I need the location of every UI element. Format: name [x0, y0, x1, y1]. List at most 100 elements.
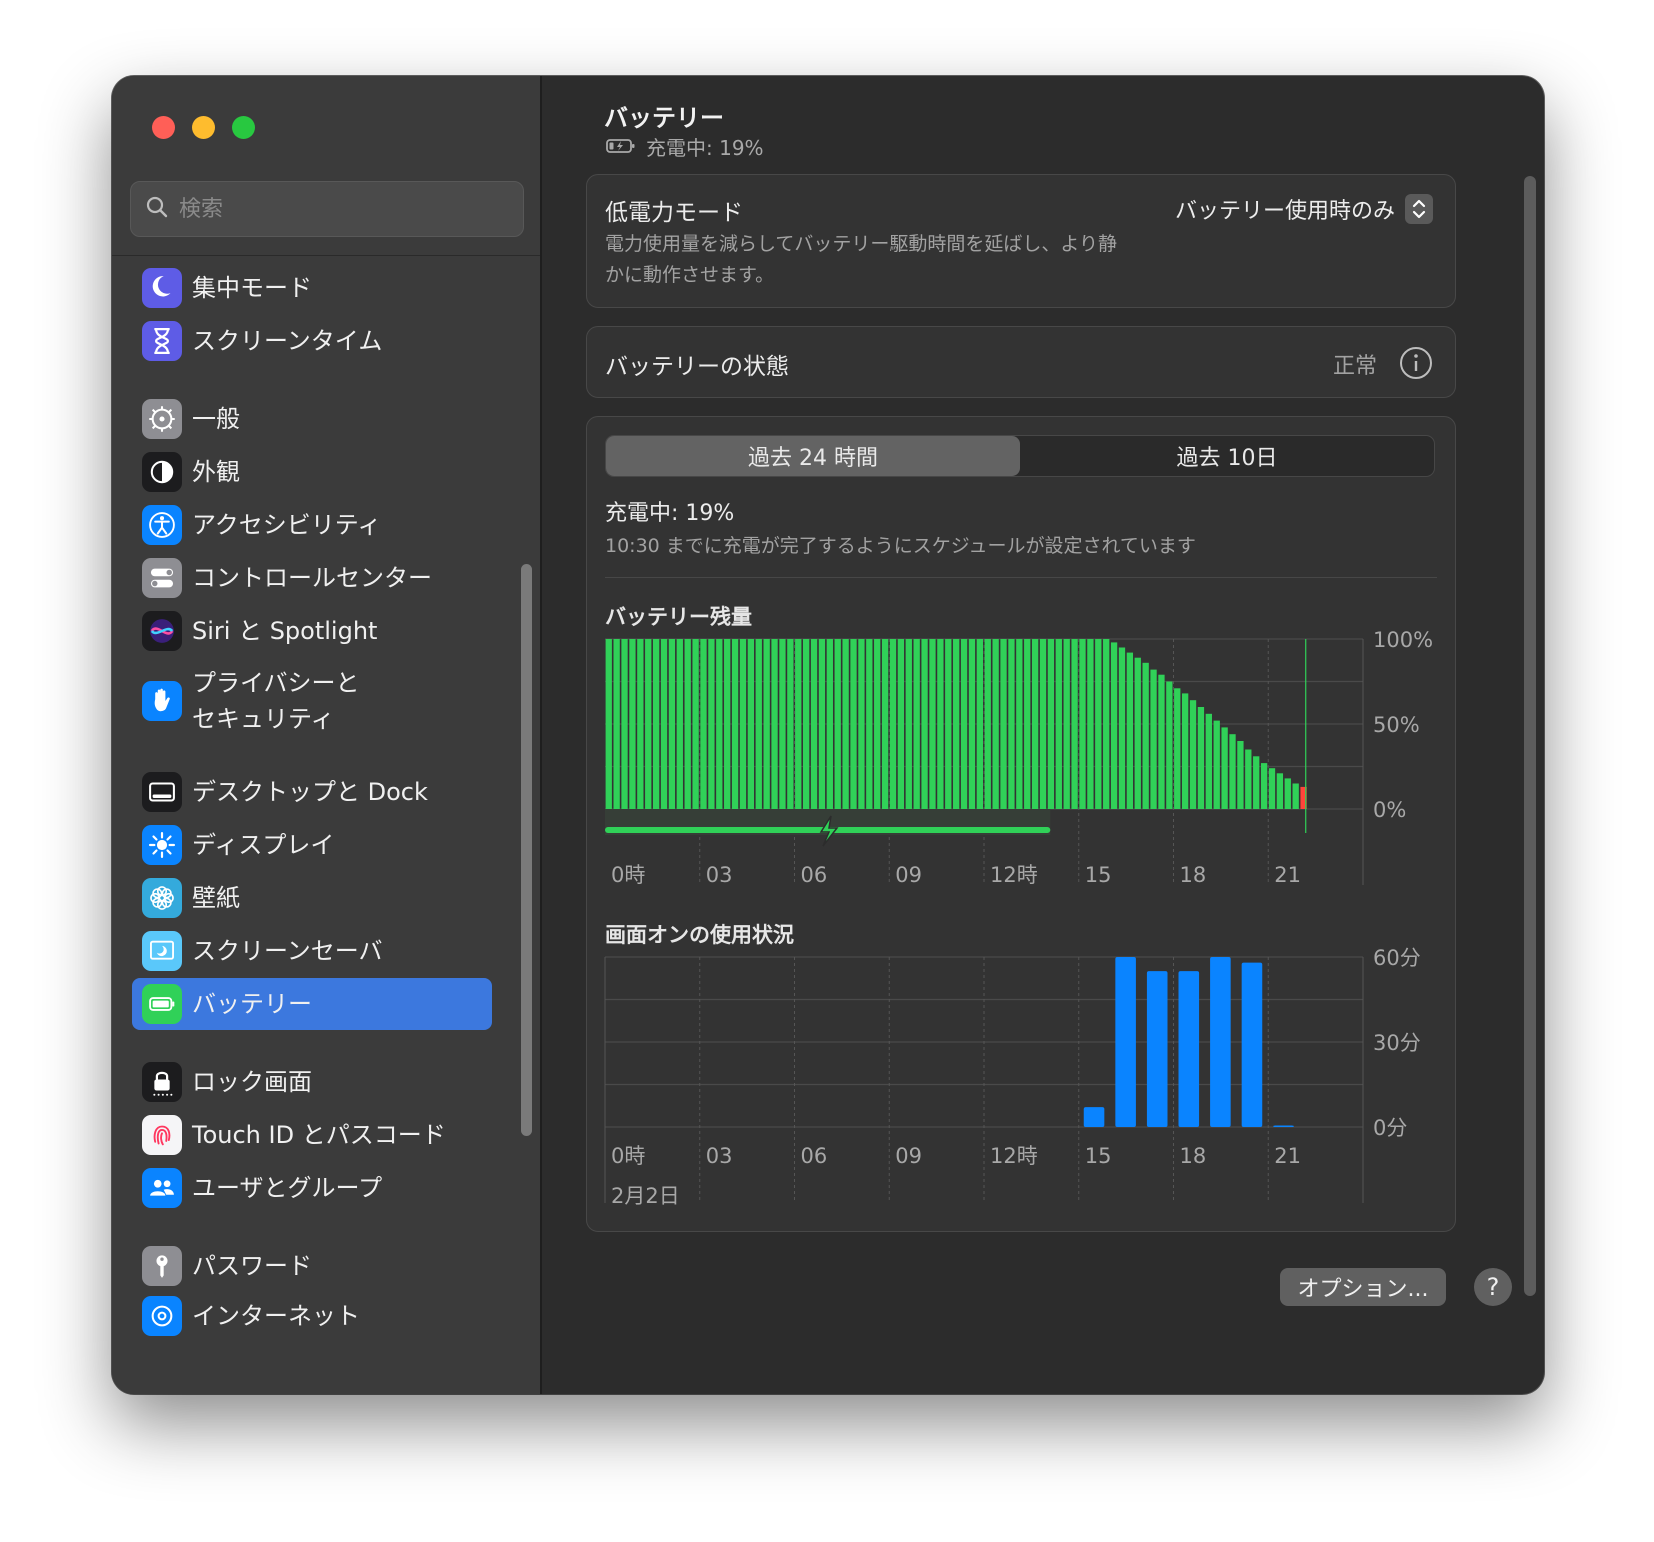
sidebar-item-lock-screen[interactable]: ロック画面: [132, 1056, 492, 1108]
battery-level-bar: [897, 639, 905, 809]
battery-level-bar: [1284, 778, 1291, 809]
y-tick-label: 50%: [1373, 713, 1420, 737]
main-scrollbar[interactable]: [1524, 176, 1536, 1296]
moon-icon: [142, 268, 182, 308]
sidebar-item-label: バッテリー: [192, 990, 312, 1018]
sidebar-item-focus[interactable]: 集中モード: [132, 262, 492, 314]
low-power-popup[interactable]: バッテリー使用時のみ: [1175, 193, 1433, 225]
battery-level-bar: [976, 639, 983, 809]
sidebar-item-label: パスワード: [192, 1252, 312, 1280]
sidebar-item-label: スクリーンタイム: [192, 327, 383, 355]
window-controls: [152, 116, 255, 139]
sidebar-item-battery[interactable]: バッテリー: [132, 978, 492, 1030]
x-tick-label: 09: [895, 863, 922, 887]
battery-level-bar: [1260, 763, 1268, 809]
sidebar-item-label: ディスプレイ: [192, 831, 335, 859]
screen-on-bar: [1146, 971, 1168, 1127]
battery-level-bar: [1205, 713, 1212, 809]
battery-level-bar: [1245, 749, 1252, 809]
sidebar-item-touch-id-passcode[interactable]: Touch ID とパスコード: [132, 1109, 492, 1161]
battery-level-bar: [874, 639, 881, 809]
toggles-icon: [142, 558, 182, 598]
battery-level-bar: [1000, 639, 1007, 809]
sidebar-item-users-groups[interactable]: ユーザとグループ: [132, 1162, 492, 1214]
sidebar-item-wallpaper[interactable]: 壁紙: [132, 872, 492, 924]
sidebar-item-internet-accounts[interactable]: インターネット: [132, 1290, 492, 1342]
battery-level-bar: [629, 639, 636, 809]
search-icon: [145, 195, 169, 223]
info-icon[interactable]: [1399, 346, 1433, 384]
tab-last-24-hours[interactable]: 過去 24 時間: [606, 436, 1020, 476]
battery-level-bar: [645, 639, 652, 809]
battery-level-bar: [1276, 773, 1284, 809]
sidebar-item-displays[interactable]: ディスプレイ: [132, 819, 492, 871]
x-tick-label: 21: [1274, 1144, 1301, 1168]
sidebar-item-label: コントロールセンター: [192, 564, 432, 592]
key-icon: [142, 1246, 182, 1286]
sidebar-item-siri-spotlight[interactable]: Siri と Spotlight: [132, 605, 492, 657]
battery-level-bar: [1134, 657, 1141, 809]
battery-level-bar: [826, 639, 833, 809]
sidebar-item-label: 外観: [192, 458, 240, 486]
help-button[interactable]: ?: [1474, 1268, 1512, 1306]
tab-last-10-days[interactable]: 過去 10日: [1020, 436, 1434, 476]
x-tick-label: 21: [1274, 863, 1301, 887]
sidebar-item-privacy-security[interactable]: プライバシーと セキュリティ: [132, 658, 492, 744]
battery-level-bar: [1166, 681, 1173, 809]
x-tick-label: 06: [801, 863, 828, 887]
main-pane: バッテリー 充電中: 19% 低電力モード 電力使用量を減らしてバッテリー駆動時…: [544, 76, 1544, 1394]
sidebar-item-label: ユーザとグループ: [192, 1174, 383, 1202]
battery-level-bar: [1055, 639, 1062, 809]
sidebar-item-screen-saver[interactable]: スクリーンセーバ: [132, 925, 492, 977]
sidebar-item-accessibility[interactable]: アクセシビリティ: [132, 499, 492, 551]
sidebar-item-control-center[interactable]: コントロールセンター: [132, 552, 492, 604]
gear-icon: [142, 399, 182, 439]
battery-level-bar: [1031, 639, 1039, 809]
battery-level-bar: [953, 639, 960, 809]
battery-level-bar: [716, 639, 723, 809]
close-button[interactable]: [152, 116, 175, 139]
date-label: 2月2日: [611, 1184, 680, 1208]
battery-level-bar: [921, 639, 928, 809]
battery-health-value: 正常: [1332, 354, 1377, 379]
battery-level-bar: [1047, 639, 1055, 809]
sun-icon: [142, 825, 182, 865]
battery-level-bar: [724, 639, 731, 809]
battery-level-bar: [810, 639, 818, 809]
battery-level-bar: [660, 639, 668, 809]
battery-level-bar: [1268, 768, 1276, 809]
battery-level-bar: [1181, 693, 1189, 809]
sidebar-scrollbar[interactable]: [521, 564, 532, 1136]
options-button[interactable]: オプション...: [1280, 1268, 1446, 1306]
x-tick-label: 0時: [611, 1144, 645, 1168]
chevron-updown-icon: [1405, 194, 1433, 224]
at-icon: [142, 1296, 182, 1336]
sidebar-item-screen-time[interactable]: スクリーンタイム: [132, 315, 492, 367]
battery-level-bar: [795, 639, 802, 809]
search-field[interactable]: [130, 181, 524, 237]
battery-icon: [142, 984, 182, 1024]
flower-icon: [142, 878, 182, 918]
sidebar: 集中モードスクリーンタイム一般外観アクセシビリティコントロールセンター Siri …: [112, 76, 542, 1394]
x-tick-label: 15: [1085, 1144, 1112, 1168]
sidebar-item-passwords[interactable]: パスワード: [132, 1240, 492, 1292]
battery-level-bar: [700, 639, 707, 809]
battery-level-bar: [866, 639, 873, 809]
battery-level-bar: [652, 639, 660, 809]
sidebar-item-desktop-dock[interactable]: デスクトップと Dock: [132, 766, 492, 818]
battery-level-bar: [834, 639, 841, 809]
battery-level-bar: [1110, 642, 1118, 809]
screen-on-bar: [1083, 1107, 1105, 1127]
zoom-button[interactable]: [232, 116, 255, 139]
battery-level-bar: [708, 639, 715, 809]
y-tick-label: 30分: [1373, 1031, 1421, 1055]
x-tick-label: 18: [1180, 863, 1207, 887]
sidebar-list: 集中モードスクリーンタイム一般外観アクセシビリティコントロールセンター Siri …: [112, 256, 542, 1394]
screen-on-bar: [1115, 957, 1136, 1127]
screensaver-icon: [142, 931, 182, 971]
search-input[interactable]: [179, 196, 499, 222]
time-range-segmented-control: 過去 24 時間 過去 10日: [605, 435, 1435, 477]
sidebar-item-appearance[interactable]: 外観: [132, 446, 492, 498]
sidebar-item-general[interactable]: 一般: [132, 393, 492, 445]
minimize-button[interactable]: [192, 116, 215, 139]
